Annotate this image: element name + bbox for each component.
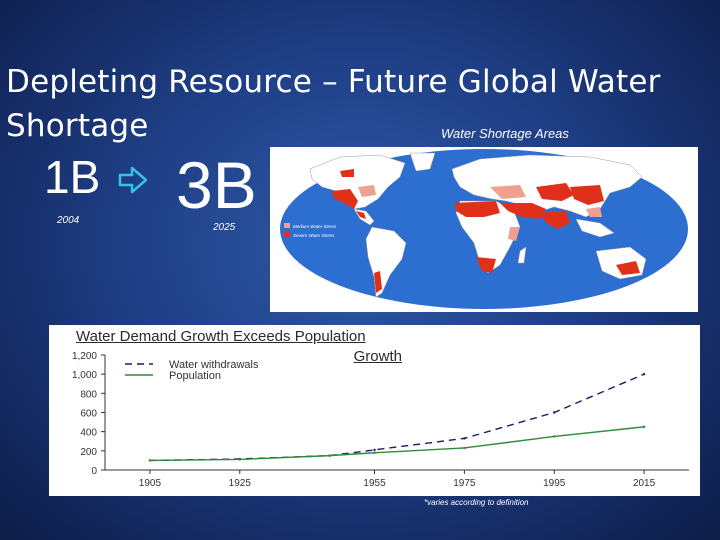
legend-label-medium: Medium Water Stress — [293, 224, 337, 229]
x-tick-label: 2015 — [633, 478, 656, 489]
footnote: *varies according to definition — [424, 498, 529, 507]
data-point — [373, 448, 376, 452]
data-point — [463, 437, 466, 440]
year-2025-label: 2025 — [213, 222, 236, 233]
y-tick-label: 200 — [80, 447, 97, 458]
legend-swatch-medium — [284, 223, 290, 228]
chart-heading-line1: Water Demand Growth Exceeds Population — [76, 328, 366, 345]
chart-heading: Water Demand Growth Exceeds Population G… — [76, 327, 432, 367]
stat-2025-value: 3B — [176, 148, 257, 222]
legend-swatch-severe — [284, 232, 290, 237]
x-tick-label: 1925 — [229, 478, 252, 489]
world-map: Medium Water Stress Severe Water Stress — [280, 149, 688, 309]
data-point — [328, 454, 331, 457]
data-point — [463, 446, 466, 450]
y-tick-label: 400 — [80, 428, 97, 439]
x-tick-label: 1955 — [363, 478, 386, 489]
x-tick-label: 1975 — [453, 478, 476, 489]
data-point — [373, 451, 376, 454]
right-arrow-icon — [118, 166, 148, 194]
chart-heading-line2: Growth — [353, 348, 402, 365]
data-point — [148, 459, 152, 462]
slide-title: Depleting Resource – Future Global Water… — [6, 64, 661, 144]
data-point — [553, 435, 556, 438]
series-line-water-withdrawals — [149, 373, 645, 462]
data-point — [642, 425, 646, 429]
data-point — [238, 458, 241, 461]
world-map-panel: Medium Water Stress Severe Water Stress — [270, 147, 698, 312]
y-tick-label: 600 — [80, 409, 97, 420]
year-2004-label: 2004 — [57, 215, 80, 226]
legend-label: Population — [169, 370, 221, 382]
data-point — [642, 372, 646, 376]
legend-label-severe: Severe Water Stress — [293, 233, 335, 238]
series-line-population — [149, 426, 645, 462]
y-tick-label: 800 — [80, 389, 97, 400]
map-caption: Water Shortage Areas — [441, 126, 569, 141]
stat-2004-value: 1B — [44, 151, 101, 203]
data-point — [553, 411, 556, 414]
y-tick-label: 1,000 — [72, 370, 97, 381]
x-tick-label: 1905 — [139, 478, 162, 489]
y-tick-label: 0 — [91, 466, 97, 477]
x-tick-label: 1995 — [543, 478, 566, 489]
